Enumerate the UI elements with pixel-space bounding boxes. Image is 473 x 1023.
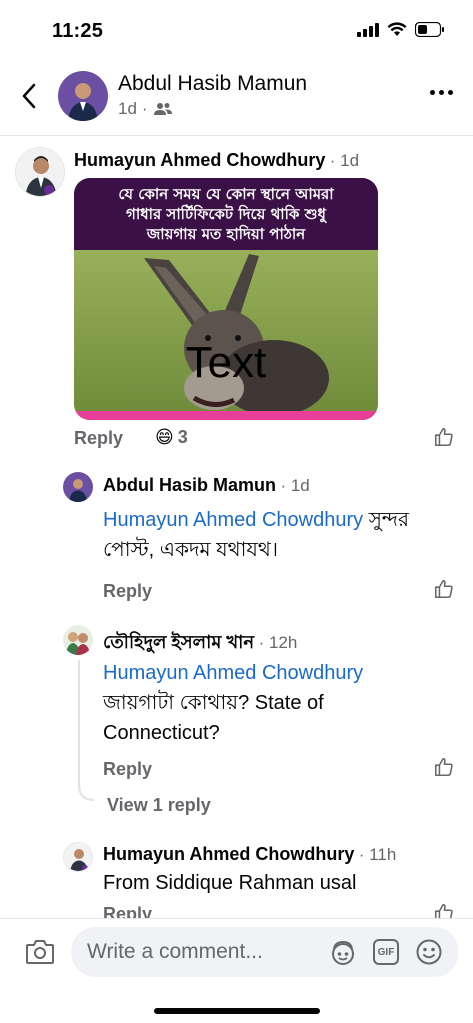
- reply-button[interactable]: Reply: [103, 759, 152, 780]
- mention-link[interactable]: Humayun Ahmed Chowdhury: [103, 658, 463, 688]
- comment-meme-image[interactable]: যে কোন সময় যে কোন স্থানে আমরা গাধার সার…: [74, 178, 378, 420]
- comment-avatar[interactable]: [15, 147, 65, 197]
- wifi-icon: [387, 22, 407, 36]
- thumbs-up-icon[interactable]: [433, 756, 455, 778]
- reply-text: Humayun Ahmed Chowdhury সুন্দর পোস্ট, এক…: [103, 505, 463, 565]
- comment-composer: Write a comment... GIF: [0, 918, 473, 1023]
- reply-header: Abdul Hasib Mamun · 1d: [103, 475, 310, 496]
- gif-icon[interactable]: GIF: [373, 939, 399, 965]
- cellular-signal-icon: [357, 22, 379, 37]
- comment-input-placeholder: Write a comment...: [87, 940, 263, 963]
- camera-icon[interactable]: [25, 939, 55, 965]
- more-icon: [430, 90, 435, 95]
- reply-time: · 12h: [258, 633, 298, 652]
- mention-link[interactable]: Humayun Ahmed Chowdhury: [103, 509, 363, 531]
- home-indicator: [154, 1008, 320, 1014]
- reply-thread-line: [78, 660, 95, 801]
- reaction-count: 3: [177, 427, 188, 447]
- status-time: 11:25: [52, 20, 104, 42]
- laugh-reaction-icon: 😄: [155, 427, 174, 447]
- reply-text-part: সুন্দর: [363, 509, 409, 531]
- reply-time: · 1d: [280, 476, 310, 495]
- status-bar: 11:25: [0, 0, 473, 60]
- view-replies-link[interactable]: View 1 reply: [107, 795, 211, 816]
- comment-time: · 1d: [329, 151, 360, 170]
- more-options-button[interactable]: [430, 90, 453, 95]
- meta-separator: ·: [141, 99, 148, 118]
- meme-overlay-text: Text: [185, 338, 267, 387]
- reply-author[interactable]: Abdul Hasib Mamun: [103, 475, 276, 495]
- reply-time: · 11h: [358, 845, 397, 864]
- reply-header: তৌহিদুল ইসলাম খান · 12h: [103, 628, 297, 659]
- comment-header: Humayun Ahmed Chowdhury · 1d: [74, 150, 359, 171]
- reply-header: Humayun Ahmed Chowdhury · 11h: [103, 844, 396, 865]
- comment-input[interactable]: Write a comment... GIF: [71, 927, 459, 977]
- friends-icon: [153, 103, 172, 115]
- header-avatar[interactable]: [58, 71, 108, 121]
- thumbs-up-icon[interactable]: [433, 578, 455, 600]
- header-meta: 1d ·: [118, 99, 173, 119]
- comment-author[interactable]: Humayun Ahmed Chowdhury: [74, 150, 325, 170]
- back-button[interactable]: [14, 78, 44, 114]
- meme-caption-line: জায়গায় মত হাদিয়া পাঠান: [146, 225, 306, 243]
- meme-bottom-strip: [74, 411, 378, 420]
- reply-avatar[interactable]: [63, 625, 93, 655]
- status-icons: [357, 22, 445, 37]
- reaction-summary[interactable]: 😄 3: [155, 427, 188, 448]
- reply-text: From Siddique Rahman usal: [103, 872, 357, 894]
- reply-avatar[interactable]: [63, 472, 93, 502]
- meme-caption-line: গাধার সার্টিফিকেট দিয়ে থাকি শুধু: [126, 205, 326, 223]
- gif-label: GIF: [377, 946, 395, 958]
- reply-author[interactable]: তৌহিদুল ইসলাম খান: [103, 632, 254, 652]
- smiley-icon[interactable]: [415, 938, 443, 966]
- thumbs-up-icon[interactable]: [433, 426, 455, 448]
- reply-text-line: Connecticut?: [103, 722, 220, 744]
- reply-author[interactable]: Humayun Ahmed Chowdhury: [103, 844, 354, 864]
- reply-text: Humayun Ahmed Chowdhury জায়গাটা কোথায়?…: [103, 658, 463, 748]
- reply-text-line: জায়গাটা কোথায়? State of: [103, 692, 324, 714]
- post-age: 1d: [118, 99, 137, 118]
- avatar-sticker-icon[interactable]: [329, 939, 357, 967]
- meme-caption: যে কোন সময় যে কোন স্থানে আমরা গাধার সার…: [74, 178, 378, 250]
- header-author-name[interactable]: Abdul Hasib Mamun: [118, 72, 307, 96]
- post-header: Abdul Hasib Mamun 1d ·: [0, 60, 473, 136]
- chevron-left-icon: [22, 83, 36, 109]
- reply-text-line: পোস্ট, একদম যথাযথ।: [103, 539, 279, 561]
- reply-avatar[interactable]: [63, 842, 93, 872]
- reply-button[interactable]: Reply: [103, 581, 152, 602]
- reply-button[interactable]: Reply: [74, 428, 123, 449]
- meme-caption-line: যে কোন সময় যে কোন স্থানে আমরা: [118, 185, 334, 203]
- battery-icon: [415, 22, 444, 37]
